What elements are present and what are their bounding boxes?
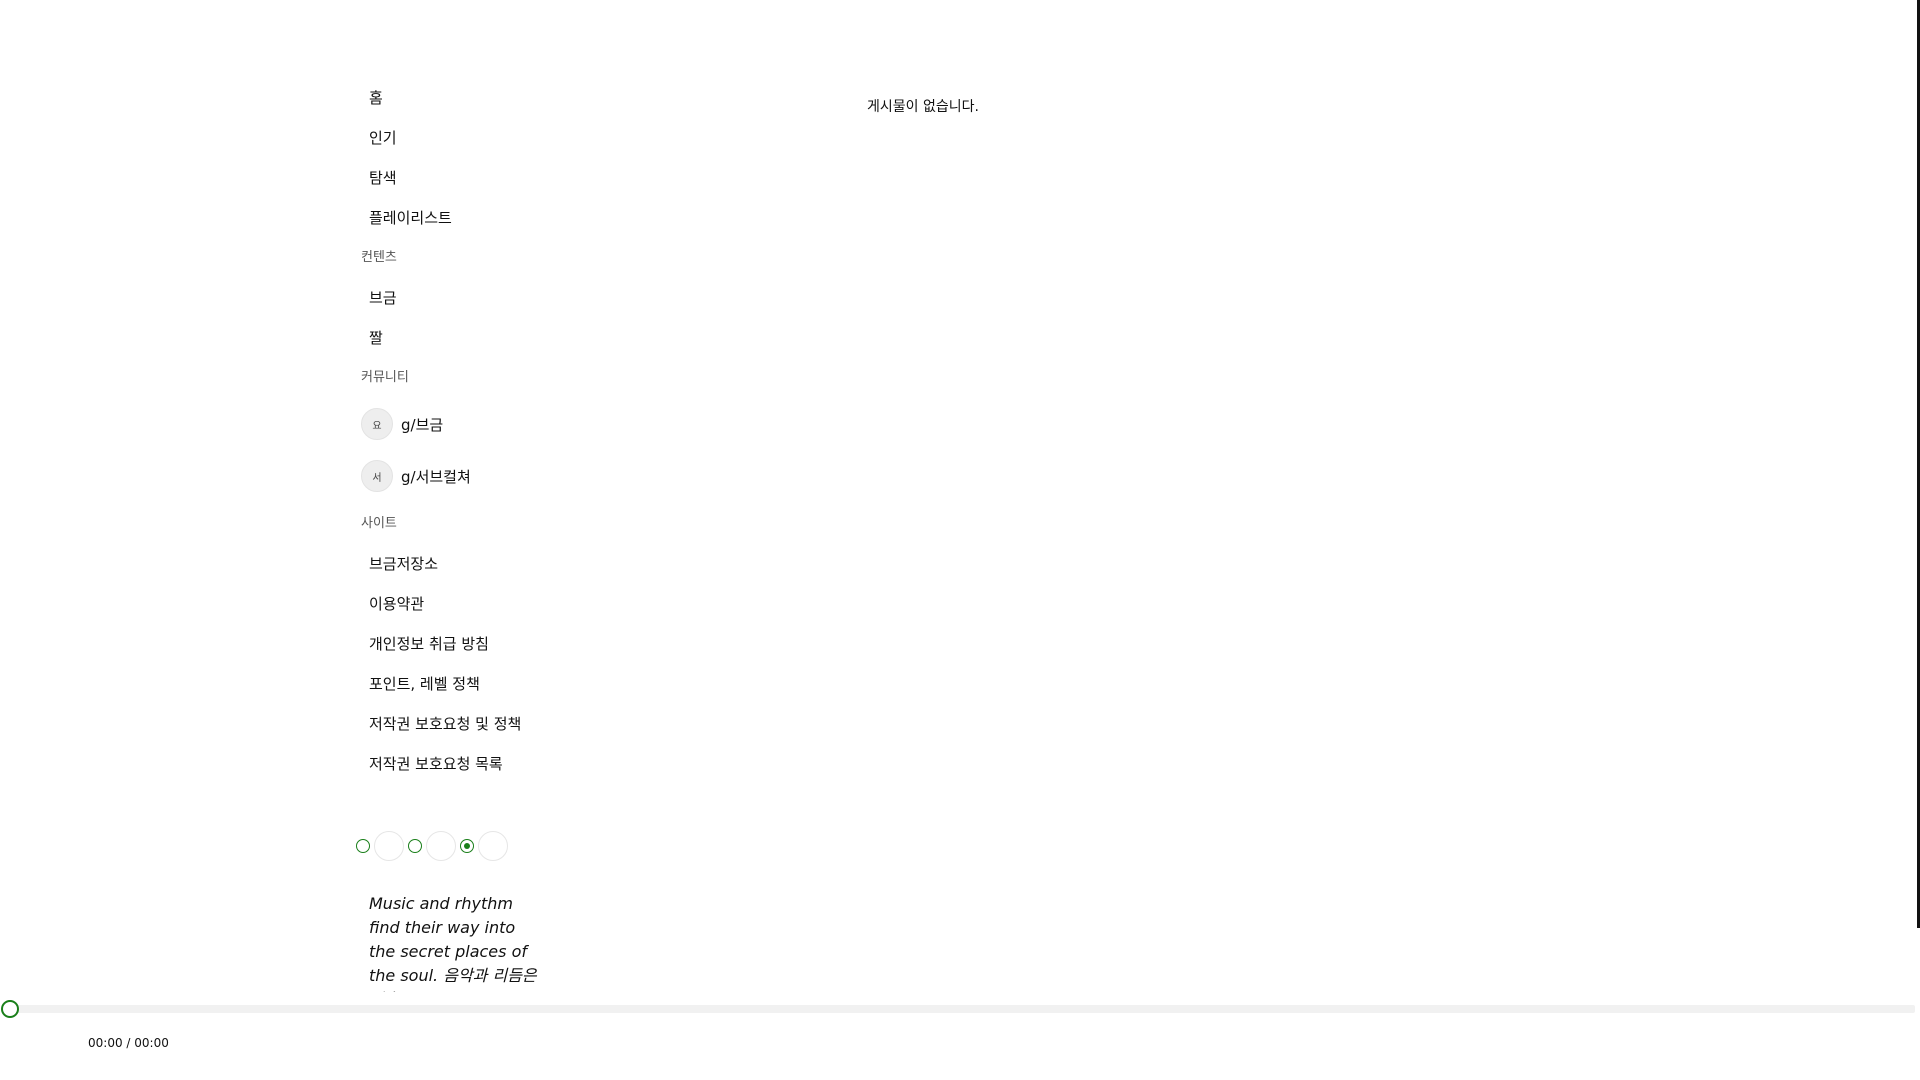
progress-track[interactable]	[10, 1005, 1915, 1013]
section-title-community: 커뮤니티	[361, 370, 409, 385]
community-avatar: 요	[361, 408, 393, 440]
nav-item-privacy-policy[interactable]: 개인정보 취급 방침	[360, 624, 560, 664]
community-label: g/브금	[401, 415, 444, 434]
page: 홈 인기 탐색 플레이리스트 컨텐츠 브금 짤 커뮤니티 요 g/브금 서 g/…	[0, 0, 1920, 1080]
nav-item-playlist[interactable]: 플레이리스트	[360, 198, 560, 238]
nav-item-memes[interactable]: 짤	[360, 318, 560, 358]
community-item-subculture[interactable]: 서 g/서브컬쳐	[360, 450, 560, 502]
community-avatar: 서	[361, 460, 393, 492]
theme-radio-1[interactable]	[356, 839, 370, 853]
empty-posts-message: 게시물이 없습니다.	[867, 99, 979, 115]
theme-swatch-3[interactable]	[478, 831, 508, 861]
community-label: g/서브컬쳐	[401, 467, 471, 486]
community-item-bgm[interactable]: 요 g/브금	[360, 398, 560, 450]
nav-item-terms[interactable]: 이용약관	[360, 584, 560, 624]
section-title-content: 컨텐츠	[361, 250, 397, 265]
nav-item-bgm[interactable]: 브금	[360, 278, 560, 318]
time-display: 00:00 / 00:00	[88, 1036, 169, 1050]
theme-swatch-1[interactable]	[374, 831, 404, 861]
theme-selector	[356, 830, 512, 862]
nav-item-explore[interactable]: 탐색	[360, 158, 560, 198]
section-title-site: 사이트	[361, 516, 397, 531]
theme-radio-2[interactable]	[408, 839, 422, 853]
progress-knob[interactable]	[1, 1000, 19, 1018]
quote-text: Music and rhythm find their way into the…	[369, 894, 537, 992]
nav-item-copyright-policy[interactable]: 저작권 보호요청 및 정책	[360, 704, 560, 744]
nav-item-bgm-storage[interactable]: 브금저장소	[360, 544, 560, 584]
nav-item-copyright-list[interactable]: 저작권 보호요청 목록	[360, 744, 560, 784]
theme-radio-3[interactable]	[460, 839, 474, 853]
nav-item-home[interactable]: 홈	[360, 78, 560, 118]
nav-item-points-level-policy[interactable]: 포인트, 레벨 정책	[360, 664, 560, 704]
sidebar: 홈 인기 탐색 플레이리스트 컨텐츠 브금 짤 커뮤니티 요 g/브금 서 g/…	[360, 78, 560, 784]
nav-item-popular[interactable]: 인기	[360, 118, 560, 158]
theme-swatch-2[interactable]	[426, 831, 456, 861]
